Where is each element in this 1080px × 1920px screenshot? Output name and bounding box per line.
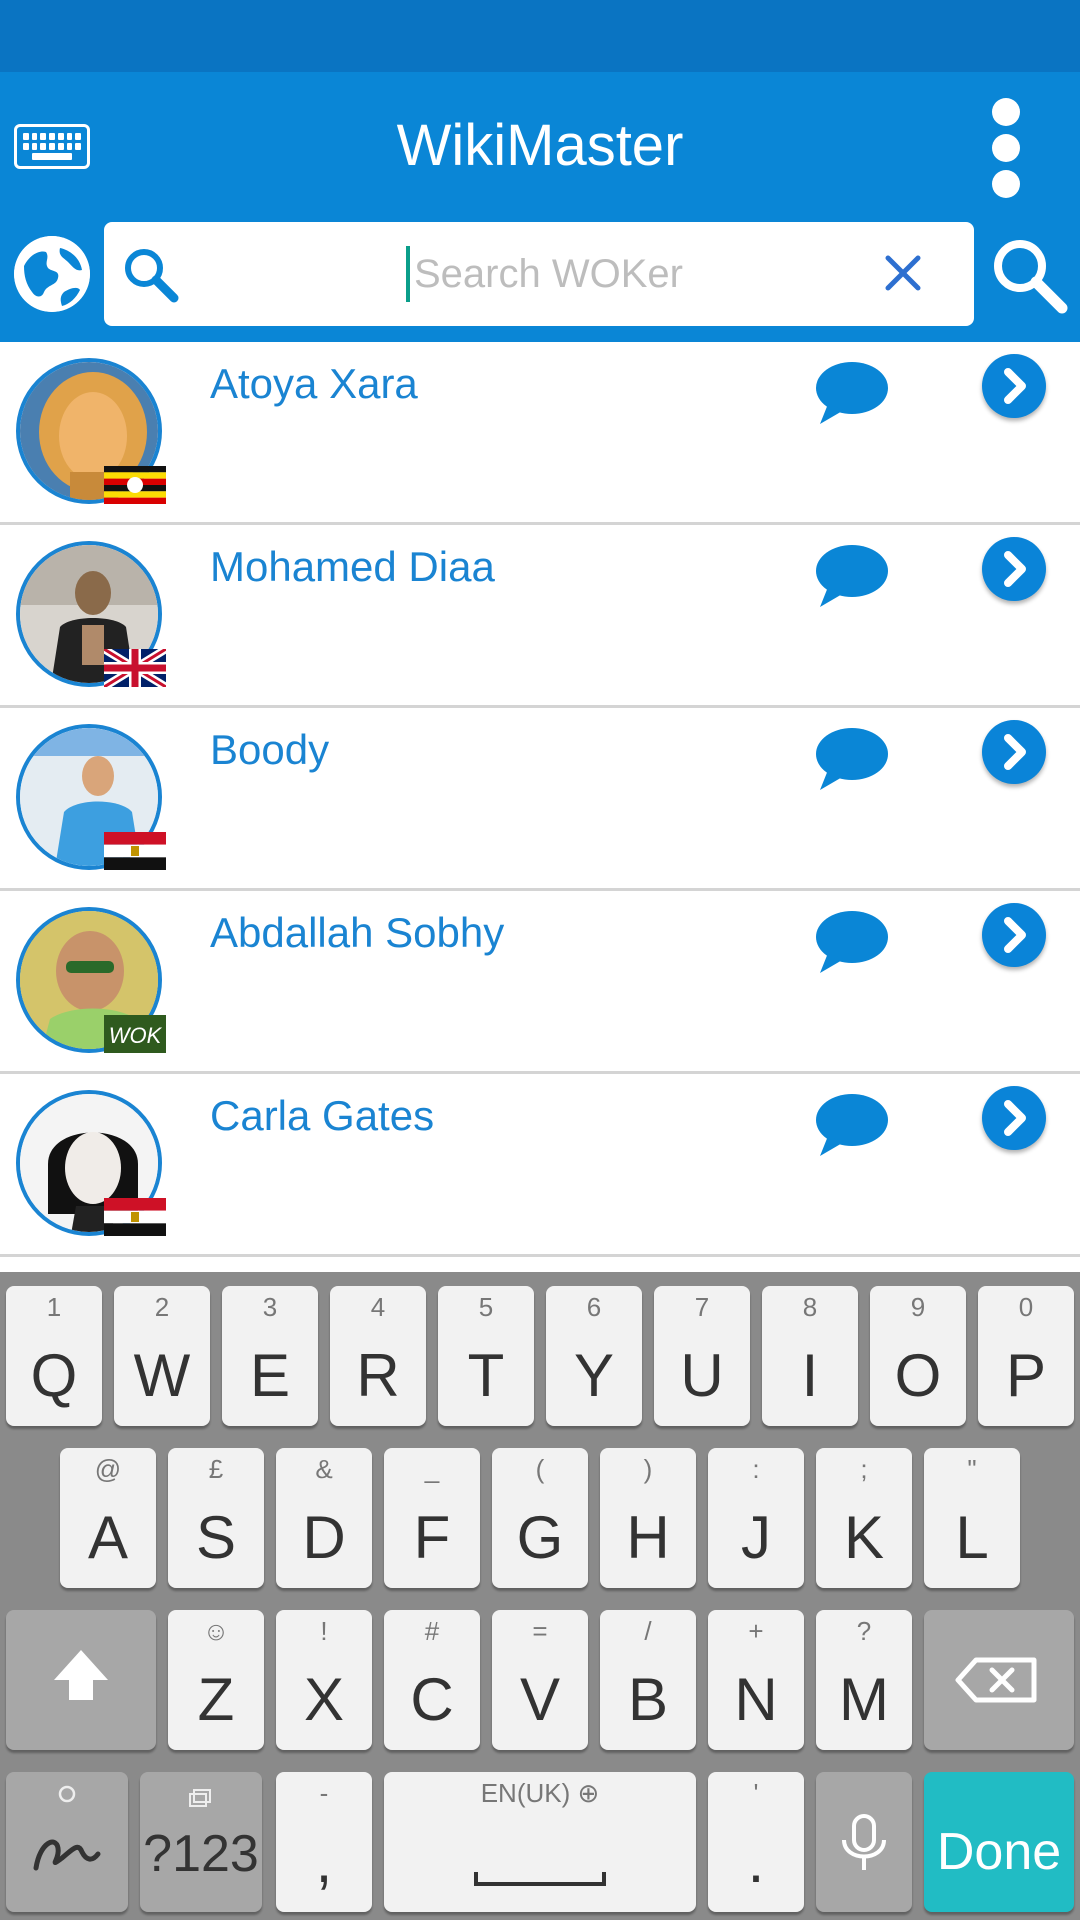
- shift-arrow-icon: [54, 1650, 108, 1700]
- backspace-key[interactable]: [924, 1610, 1074, 1750]
- key-m[interactable]: ? M: [816, 1610, 912, 1750]
- more-options-icon[interactable]: [992, 98, 1032, 198]
- list-item[interactable]: Boody: [0, 708, 1080, 891]
- voice-input-key[interactable]: [816, 1772, 912, 1912]
- key-s[interactable]: £ S: [168, 1448, 264, 1588]
- uk-flag: [104, 649, 166, 687]
- chat-bubble-icon[interactable]: [814, 1092, 890, 1158]
- shift-key[interactable]: [6, 1610, 156, 1750]
- status-bar: [0, 0, 1080, 72]
- key-y[interactable]: 6Y: [546, 1286, 642, 1426]
- open-profile-button[interactable]: [982, 720, 1046, 784]
- list-item[interactable]: WOK Abdallah Sobhy: [0, 891, 1080, 1074]
- clear-icon[interactable]: [880, 250, 926, 296]
- chat-bubble-icon[interactable]: [814, 726, 890, 792]
- key-x[interactable]: ! X: [276, 1610, 372, 1750]
- open-profile-button[interactable]: [982, 537, 1046, 601]
- key-g[interactable]: (G: [492, 1448, 588, 1588]
- key-k[interactable]: ; K: [816, 1448, 912, 1588]
- egypt-flag: [104, 1198, 166, 1236]
- chat-bubble-icon[interactable]: [814, 543, 890, 609]
- key-h[interactable]: ) H: [600, 1448, 696, 1588]
- wok-badge-text: WOK: [109, 1023, 163, 1048]
- key-u[interactable]: 7U: [654, 1286, 750, 1426]
- search-button[interactable]: [988, 234, 1070, 316]
- contact-name[interactable]: Carla Gates: [210, 1088, 434, 1144]
- list-item[interactable]: Atoya Xara: [0, 342, 1080, 525]
- app-screen: WikiMaster Search WOKer Atoya Xara Moham…: [0, 0, 1080, 1920]
- open-profile-button[interactable]: [982, 903, 1046, 967]
- handwriting-key[interactable]: [6, 1772, 128, 1912]
- key-j[interactable]: :J: [708, 1448, 804, 1588]
- egypt-flag: [104, 832, 166, 870]
- gesture-settings-icon: [33, 1785, 101, 1871]
- key-a[interactable]: @ A: [60, 1448, 156, 1588]
- microphone-icon: [842, 1814, 886, 1870]
- clipboard-icon: [189, 1789, 211, 1807]
- list-item[interactable]: Carla Gates: [0, 1074, 1080, 1257]
- search-bar: [104, 222, 974, 326]
- globe-icon[interactable]: [14, 236, 90, 312]
- contact-name[interactable]: Abdallah Sobhy: [210, 905, 504, 961]
- chat-bubble-icon[interactable]: [814, 360, 890, 426]
- key-r[interactable]: 4R: [330, 1286, 426, 1426]
- key-v[interactable]: = V: [492, 1610, 588, 1750]
- key-b[interactable]: / B: [600, 1610, 696, 1750]
- key-c[interactable]: # C: [384, 1610, 480, 1750]
- key-z[interactable]: ☺ Z: [168, 1610, 264, 1750]
- key-i[interactable]: 8I: [762, 1286, 858, 1426]
- done-key[interactable]: Done: [924, 1772, 1074, 1912]
- key-w[interactable]: 2W: [114, 1286, 210, 1426]
- key-f[interactable]: _ F: [384, 1448, 480, 1588]
- uganda-flag: [104, 466, 166, 504]
- backspace-icon: [955, 1657, 1037, 1703]
- soft-keyboard: 1Q 2W 3E 4R 5T 6Y 7U 8I 9O 0P @ A £ S & D _…: [0, 1272, 1080, 1920]
- key-q[interactable]: 1Q: [6, 1286, 102, 1426]
- key-t[interactable]: 5T: [438, 1286, 534, 1426]
- space-icon: [474, 1872, 606, 1886]
- key-e[interactable]: 3E: [222, 1286, 318, 1426]
- contact-name[interactable]: Boody: [210, 722, 329, 778]
- search-icon: [120, 244, 182, 306]
- period-key[interactable]: '.: [708, 1772, 804, 1912]
- key-o[interactable]: 9O: [870, 1286, 966, 1426]
- text-cursor: [406, 246, 410, 302]
- symbols-key[interactable]: ?123: [140, 1772, 262, 1912]
- open-profile-button[interactable]: [982, 354, 1046, 418]
- key-p[interactable]: 0P: [978, 1286, 1074, 1426]
- contact-name[interactable]: Mohamed Diaa: [210, 539, 495, 595]
- wok-badge: WOK: [104, 1015, 166, 1053]
- list-item[interactable]: Mohamed Diaa: [0, 525, 1080, 708]
- contact-name[interactable]: Atoya Xara: [210, 356, 418, 412]
- key-l[interactable]: " L: [924, 1448, 1020, 1588]
- open-profile-button[interactable]: [982, 1086, 1046, 1150]
- space-bar[interactable]: EN(UK) ⊕: [384, 1772, 696, 1912]
- key-n[interactable]: + N: [708, 1610, 804, 1750]
- key-d[interactable]: & D: [276, 1448, 372, 1588]
- app-title: WikiMaster: [396, 113, 684, 178]
- comma-key[interactable]: -,: [276, 1772, 372, 1912]
- chat-bubble-icon[interactable]: [814, 909, 890, 975]
